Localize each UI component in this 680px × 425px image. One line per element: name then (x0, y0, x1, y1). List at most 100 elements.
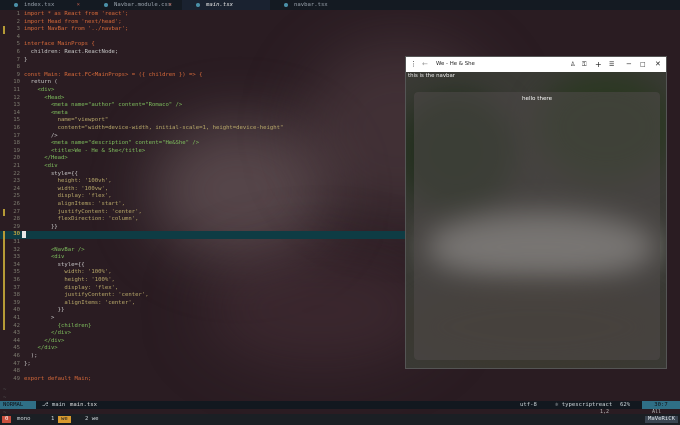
code-line[interactable]: 20 </Head> (0, 155, 405, 163)
code-line[interactable]: 28 flexDirection: 'column', (0, 216, 405, 224)
extensions-icon[interactable]: ☰ (609, 57, 617, 72)
code-line[interactable]: 46 ); (0, 353, 405, 361)
tab-main-tsx[interactable]: main.tsx (182, 0, 270, 10)
new-tab-icon[interactable]: + (595, 57, 603, 72)
code-text: interface MainProps { (24, 41, 95, 48)
code-line[interactable]: 32 <NavBar /> (0, 246, 405, 255)
user-icon[interactable]: ♙ (570, 57, 578, 72)
tab-index-tsx[interactable]: index.tsx × (0, 0, 90, 10)
code-line[interactable]: 12 <Head> (0, 95, 405, 103)
code-editor[interactable]: 1 import * as React from 'react'; 2 import … (0, 11, 405, 424)
tab-navbar-tsx[interactable]: navbar.tsx (270, 0, 420, 10)
back-arrow-icon[interactable]: ← (422, 57, 430, 72)
code-line[interactable]: 5 interface MainProps { (0, 41, 405, 49)
browser-titlebar[interactable]: ⋮ ← We - He & She ♙ ⚿ + ☰ − □ ✕ (406, 57, 666, 72)
code-line[interactable]: 29 }} (0, 224, 405, 232)
tmux-window-index[interactable]: 1 (48, 416, 57, 423)
code-line[interactable]: 35 width: '100%', (0, 269, 405, 277)
code-line[interactable]: 43 </div> (0, 330, 405, 338)
line-number: 14 (13, 109, 20, 116)
file-type-label: typescriptreact (561, 402, 613, 408)
code-line[interactable]: 22 style={{ (0, 171, 405, 179)
tmux-window-we-active[interactable]: we (58, 416, 71, 423)
code-text: alignItems: 'start', (24, 201, 126, 207)
code-line[interactable]: 42 {children} (0, 322, 405, 331)
code-text: children: React.ReactNode; (24, 49, 119, 55)
code-line[interactable]: 8 (0, 64, 405, 72)
close-icon[interactable]: × (77, 0, 80, 10)
code-text: alignItems: 'center', (24, 299, 136, 306)
close-icon[interactable]: × (169, 0, 172, 10)
code-line[interactable]: 45 </div> (0, 345, 405, 353)
code-line[interactable]: 33 <div (0, 254, 405, 262)
code-line[interactable]: 11 <div> (0, 87, 405, 95)
code-text: </div> (24, 330, 72, 337)
code-line[interactable]: 44 </div> (0, 338, 405, 346)
line-number: 2 (16, 18, 20, 25)
key-icon[interactable]: ⚿ (582, 57, 590, 72)
tmux-session[interactable]: 0 (2, 416, 12, 423)
code-line[interactable]: 3 import NavBar from '../navbar'; (0, 26, 405, 34)
code-line[interactable]: 47}; (0, 361, 405, 369)
code-line[interactable]: 34 style={{ (0, 261, 405, 270)
line-number: 4 (16, 33, 20, 40)
code-line[interactable]: 38 justifyContent: 'center', (0, 292, 405, 300)
code-line[interactable]: 36 height: '100%', (0, 277, 405, 285)
browser-window[interactable]: ⋮ ← We - He & She ♙ ⚿ + ☰ − □ ✕ this is … (405, 56, 667, 369)
code-line[interactable]: 18 <meta name="description" content="He&… (0, 140, 405, 148)
minimize-icon[interactable]: − (626, 57, 634, 72)
code-line[interactable]: 21 <div (0, 163, 405, 171)
close-icon[interactable]: ✕ (655, 57, 663, 72)
code-line[interactable]: 14 <meta (0, 110, 405, 118)
line-number: 17 (13, 132, 20, 139)
line-number: 36 (13, 277, 20, 283)
code-line[interactable]: 25 display: 'flex', (0, 193, 405, 201)
line-number: 18 (13, 140, 20, 147)
code-line[interactable]: 27 justifyContent: 'center', (0, 208, 405, 217)
code-line[interactable]: 6 children: React.ReactNode; (0, 49, 405, 57)
code-text: <div> (24, 87, 55, 93)
line-number: 35 (13, 269, 20, 276)
code-line[interactable]: 48 (0, 368, 405, 376)
code-text: <div (24, 254, 65, 261)
tab-navbar-module-css[interactable]: Navbar.module.css × (90, 0, 182, 10)
code-line[interactable]: 23 height: '100vh', (0, 178, 405, 186)
code-line[interactable]: 24 width: '100vw', (0, 186, 405, 194)
menu-icon[interactable]: ⋮ (410, 57, 418, 72)
code-line[interactable]: 4 (0, 34, 405, 42)
code-line[interactable]: 31 (0, 239, 405, 247)
code-line[interactable]: 37 display: 'flex', (0, 284, 405, 293)
code-line[interactable]: 19 <title>We - He & She</title> (0, 148, 405, 156)
code-line[interactable]: 30 (0, 231, 405, 239)
line-number: 29 (13, 223, 20, 230)
line-number: 40 (13, 307, 20, 314)
code-line[interactable]: 2 import Head from 'next/head'; (0, 19, 405, 27)
code-line[interactable]: 17 /> (0, 133, 405, 141)
code-line[interactable]: 26 alignItems: 'start', (0, 201, 405, 209)
line-number: 13 (13, 102, 20, 109)
file-icon (196, 3, 200, 7)
browser-viewport[interactable]: this is the navbar hello there (406, 72, 666, 368)
file-icon (104, 3, 108, 7)
code-line[interactable]: 49 export default Main; (0, 376, 405, 384)
tmux-window-we[interactable]: 2 we (82, 416, 102, 423)
code-line[interactable]: 13 <meta name="author" content="Romaco" … (0, 102, 405, 110)
code-line[interactable]: 40 }} (0, 307, 405, 315)
code-line[interactable]: 1 import * as React from 'react'; (0, 11, 405, 19)
line-number: 20 (13, 155, 20, 162)
code-line[interactable]: 7} (0, 57, 405, 65)
code-line[interactable]: 16 content="width=device-width, initial-… (0, 125, 405, 133)
code-line[interactable]: 9 const Main: React.FC<MainProps> = ({ ch… (0, 72, 405, 80)
line-number: 34 (13, 261, 20, 268)
tmux-window-mono[interactable]: mono (14, 416, 33, 423)
maximize-icon[interactable]: □ (640, 57, 648, 72)
code-line[interactable]: 10 return ( (0, 79, 405, 87)
code-text: }; (24, 360, 31, 367)
file-icon (284, 3, 288, 7)
line-number: 44 (13, 337, 20, 344)
code-line[interactable]: 41 > (0, 315, 405, 323)
hello-text: hello there (521, 96, 553, 102)
branch-icon: ⎇ (42, 402, 52, 408)
code-line[interactable]: 39 alignItems: 'center', (0, 299, 405, 308)
code-line[interactable]: 15 name="viewport" (0, 117, 405, 125)
